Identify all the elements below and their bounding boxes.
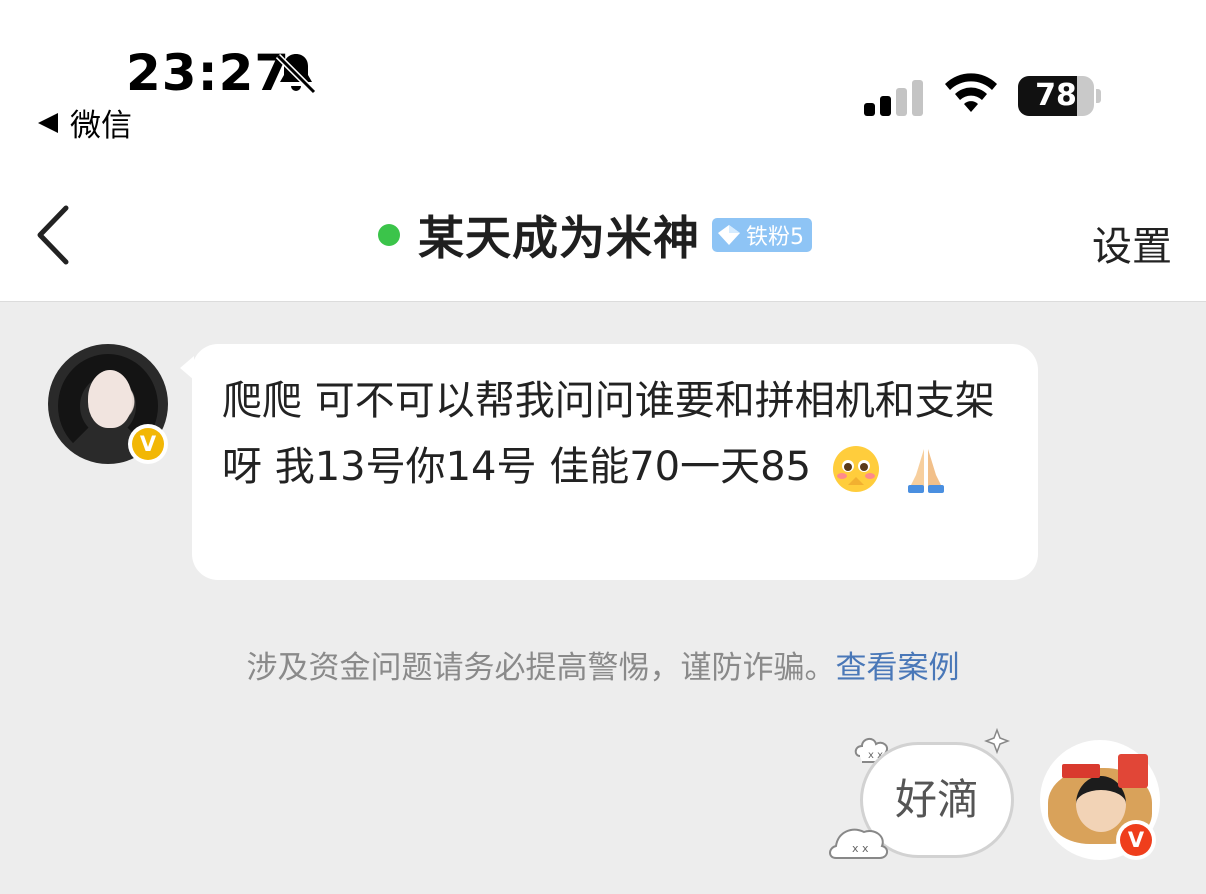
battery-body: 78 xyxy=(1018,76,1094,116)
avatar-face xyxy=(88,370,132,428)
battery-level: 78 xyxy=(1035,78,1077,113)
message-text: 爬爬 可不可以帮我问问谁要和拼相机和支架呀 我13号你14号 佳能70一天85 xyxy=(222,368,1008,500)
verified-badge-letter: V xyxy=(132,428,164,460)
view-cases-link[interactable]: 查看案例 xyxy=(836,650,960,686)
pleading-face-emoji xyxy=(832,446,879,492)
signal-bar-1 xyxy=(864,103,875,116)
chat-header: 某天成为米神 铁粉5 设置 xyxy=(0,160,1206,302)
sparkle-icon xyxy=(984,728,1010,754)
status-bar: 23:27 微信 78 xyxy=(0,0,1206,160)
fan-level-badge: 铁粉5 xyxy=(712,218,812,252)
verified-badge: V xyxy=(128,424,168,464)
avatar-name-tag xyxy=(1062,764,1100,778)
battery-nub xyxy=(1096,89,1101,103)
diamond-icon xyxy=(718,225,740,245)
signal-bar-2 xyxy=(880,96,891,116)
verified-badge: V xyxy=(1116,820,1156,860)
status-time: 23:27 xyxy=(126,44,291,102)
wifi-icon xyxy=(945,73,997,112)
signal-icon xyxy=(864,76,926,116)
svg-text:x x: x x xyxy=(852,842,869,855)
back-chevron-icon[interactable] xyxy=(30,202,76,268)
chat-title-group[interactable]: 某天成为米神 铁粉5 xyxy=(378,202,812,268)
signal-bar-4 xyxy=(912,80,923,116)
fraud-warning-text: 涉及资金问题请务必提高警惕，谨防诈骗。 xyxy=(246,650,836,686)
back-app-label: 微信 xyxy=(70,108,132,144)
fraud-warning-notice: 涉及资金问题请务必提高警惕，谨防诈骗。查看案例 xyxy=(0,642,1206,687)
signal-bar-3 xyxy=(896,88,907,116)
blob-doodle-icon: x x xyxy=(829,828,888,859)
back-to-app[interactable]: 微信 xyxy=(38,100,132,145)
online-status-dot xyxy=(378,224,400,246)
settings-button[interactable]: 设置 xyxy=(1092,214,1172,272)
verified-badge-letter: V xyxy=(1120,824,1152,856)
battery-icon: 78 xyxy=(1018,76,1101,116)
chat-title: 某天成为米神 xyxy=(418,211,700,265)
back-triangle-icon xyxy=(38,112,58,133)
fan-badge-label: 铁粉5 xyxy=(746,225,804,250)
message-bubble[interactable]: 爬爬 可不可以帮我问问谁要和拼相机和支架呀 我13号你14号 佳能70一天85 xyxy=(180,344,1038,580)
my-avatar[interactable]: V xyxy=(1040,740,1160,860)
bell-muted-icon xyxy=(275,53,317,95)
folded-hands-emoji xyxy=(908,449,945,493)
avatar-sign xyxy=(1118,754,1148,788)
sender-avatar[interactable]: V xyxy=(48,344,168,464)
reply-sticker[interactable]: x x 好滴 x x xyxy=(822,728,1022,868)
